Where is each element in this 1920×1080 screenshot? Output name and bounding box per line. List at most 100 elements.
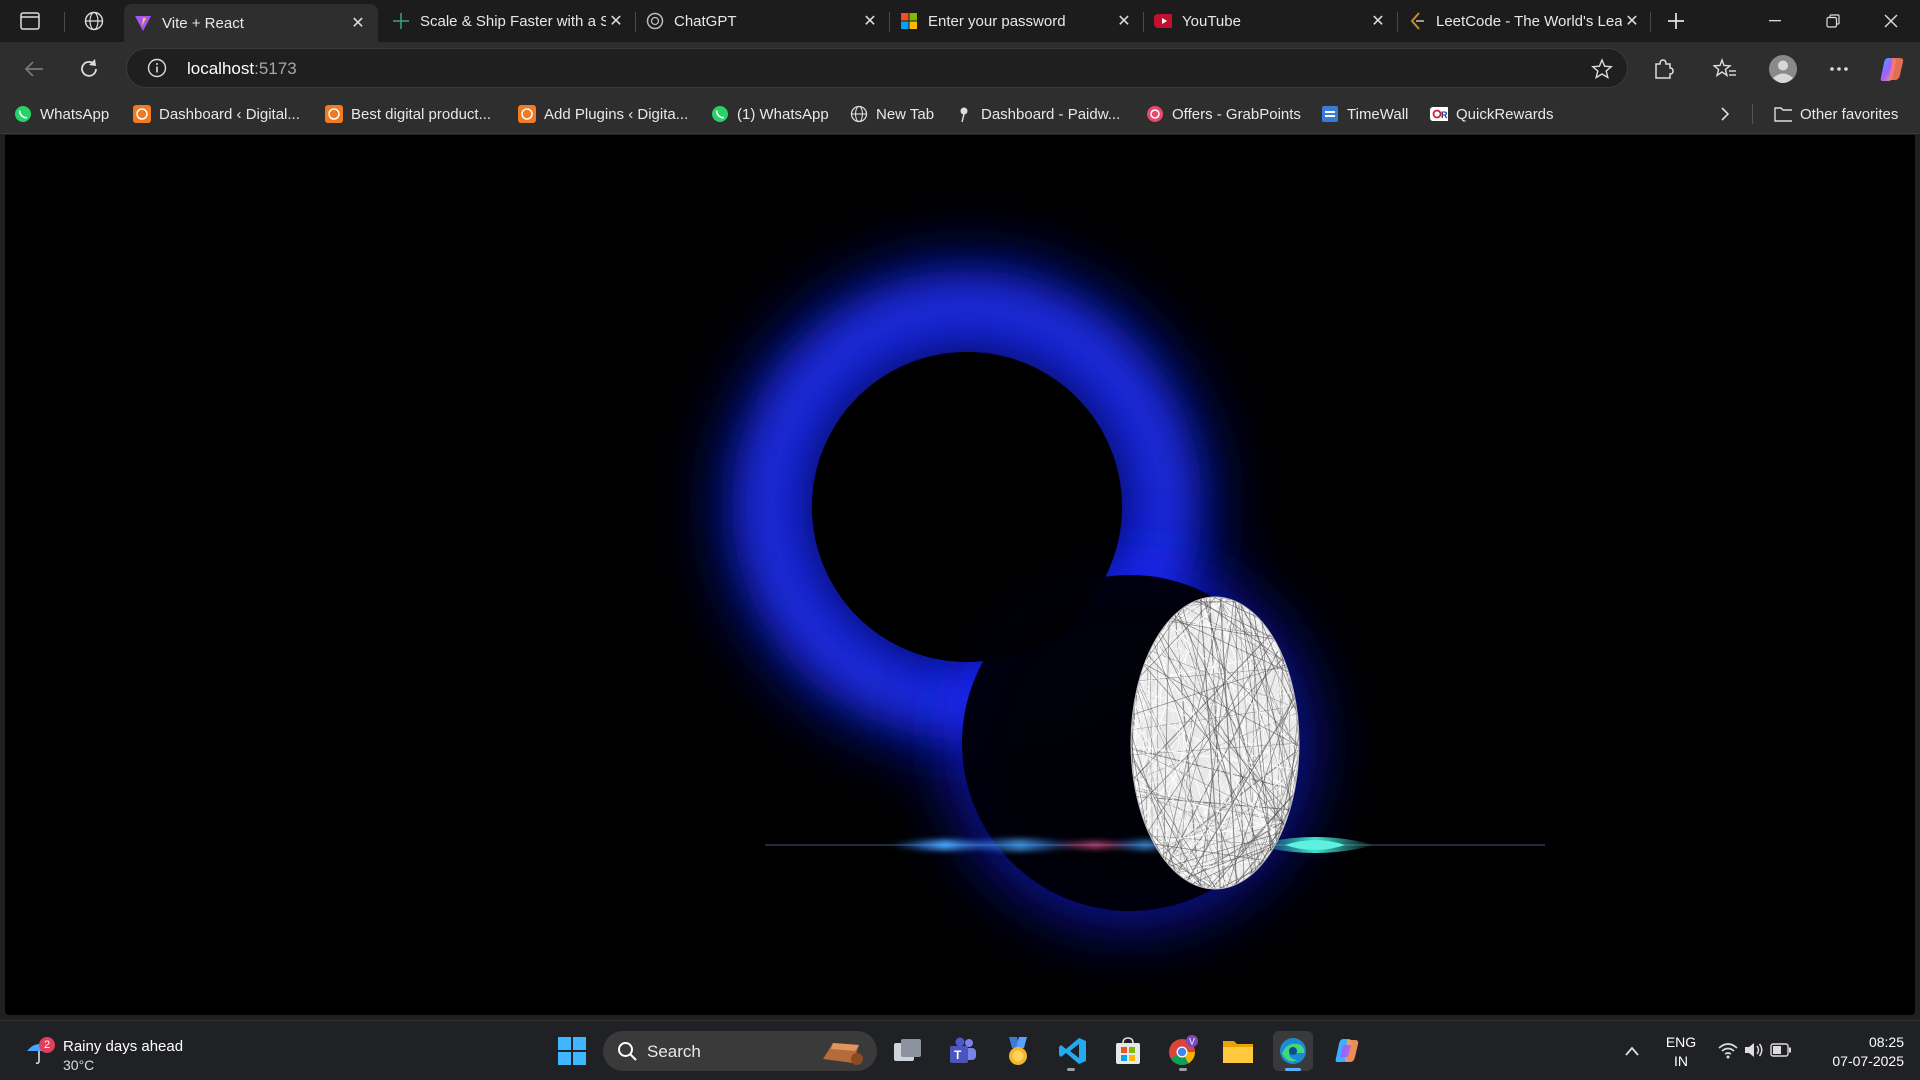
tab-youtube[interactable]: YouTube ✕ bbox=[1144, 4, 1398, 38]
system-clock[interactable]: 08:25 07-07-2025 bbox=[1808, 1033, 1904, 1071]
start-button[interactable] bbox=[552, 1031, 592, 1071]
favorite-label: WhatsApp bbox=[40, 105, 110, 123]
input-language-indicator[interactable]: ENG IN bbox=[1660, 1033, 1702, 1071]
browser-toolbar: localhost:5173 bbox=[0, 42, 1920, 94]
close-tab-icon[interactable]: ✕ bbox=[860, 11, 880, 31]
teams-button[interactable]: T bbox=[943, 1031, 983, 1071]
search-icon bbox=[618, 1042, 637, 1061]
taskbar-search[interactable]: Search bbox=[603, 1031, 877, 1071]
folder-icon bbox=[1774, 105, 1792, 123]
favorites-overflow-button[interactable] bbox=[1720, 102, 1730, 126]
whatsapp-icon bbox=[711, 105, 729, 123]
wordpress-orange-icon bbox=[325, 105, 343, 123]
copilot-taskbar-button[interactable] bbox=[1328, 1031, 1368, 1071]
minimize-icon bbox=[1769, 20, 1781, 22]
close-tab-icon[interactable]: ✕ bbox=[1114, 11, 1134, 31]
tab-title: Scale & Ship Faster with a Serverless Cl… bbox=[420, 12, 606, 30]
wireframe-egg bbox=[1130, 596, 1300, 890]
close-tab-icon[interactable]: ✕ bbox=[1368, 11, 1388, 31]
favorite-dashboard-paidwork[interactable]: Dashboard - Paidw... bbox=[955, 102, 1120, 126]
weather-widget[interactable]: 2 Rainy days ahead 30°C bbox=[20, 1029, 190, 1073]
svg-text:V: V bbox=[1189, 1037, 1195, 1047]
favorite-dashboard-digital[interactable]: Dashboard ‹ Digital... bbox=[133, 102, 300, 126]
favorite-label: Dashboard - Paidw... bbox=[981, 105, 1121, 123]
site-info-icon[interactable] bbox=[147, 58, 167, 78]
copilot-button[interactable] bbox=[1874, 51, 1910, 87]
windows-taskbar: 2 Rainy days ahead 30°C Search T V ENG I… bbox=[0, 1020, 1920, 1080]
task-view-icon bbox=[894, 1039, 921, 1061]
back-button[interactable] bbox=[16, 51, 52, 87]
microsoft-store-icon bbox=[1116, 1037, 1140, 1064]
rewards-button[interactable] bbox=[998, 1031, 1038, 1071]
chrome-icon: V bbox=[1169, 1035, 1198, 1066]
restore-button[interactable] bbox=[1804, 0, 1862, 42]
microsoft-icon bbox=[900, 12, 918, 30]
other-favorites-folder[interactable]: Other favorites bbox=[1774, 102, 1898, 126]
close-tab-icon[interactable]: ✕ bbox=[1622, 11, 1642, 31]
avatar bbox=[1769, 55, 1797, 83]
favorites-button[interactable] bbox=[1707, 51, 1743, 87]
more-dots-icon bbox=[1830, 67, 1848, 71]
pin-icon bbox=[955, 105, 973, 123]
favorite-timewall[interactable]: TimeWall bbox=[1321, 102, 1408, 126]
tab-enter-password[interactable]: Enter your password ✕ bbox=[890, 4, 1144, 38]
favorite-star-icon[interactable] bbox=[1591, 58, 1613, 80]
close-tab-icon[interactable]: ✕ bbox=[348, 13, 368, 33]
youtube-icon bbox=[1154, 12, 1172, 30]
volume-icon bbox=[1745, 1043, 1763, 1057]
favorite-whatsapp[interactable]: WhatsApp bbox=[14, 102, 109, 126]
globe-icon bbox=[850, 105, 868, 123]
tab-actions-icon bbox=[20, 12, 40, 30]
close-icon bbox=[1884, 14, 1898, 28]
svg-text:T: T bbox=[954, 1048, 962, 1062]
close-tab-icon[interactable]: ✕ bbox=[606, 11, 626, 31]
task-view-button[interactable] bbox=[888, 1031, 928, 1071]
tab-strip: Vite + React ✕ Scale & Ship Faster with … bbox=[0, 0, 1920, 42]
weather-badge: 2 bbox=[39, 1037, 55, 1053]
close-window-button[interactable] bbox=[1862, 0, 1920, 42]
address-url[interactable]: localhost:5173 bbox=[187, 59, 297, 79]
wordpress-orange-icon bbox=[518, 105, 536, 123]
animated-orb-scene bbox=[732, 270, 1545, 918]
favorite-grabpoints[interactable]: Offers - GrabPoints bbox=[1146, 102, 1301, 126]
medal-icon bbox=[1009, 1037, 1027, 1065]
tab-title: LeetCode - The World's Leading Online Pr… bbox=[1436, 12, 1622, 30]
page-canvas[interactable] bbox=[5, 135, 1915, 1015]
tab-leetcode[interactable]: LeetCode - The World's Leading Online Pr… bbox=[1398, 4, 1652, 38]
tab-vite-react[interactable]: Vite + React ✕ bbox=[124, 4, 378, 42]
favorites-bar: WhatsApp Dashboard ‹ Digital... Best dig… bbox=[0, 94, 1920, 134]
vscode-button[interactable] bbox=[1053, 1031, 1093, 1071]
tab-chatgpt[interactable]: ChatGPT ✕ bbox=[636, 4, 890, 38]
tab-serverless[interactable]: Scale & Ship Faster with a Serverless Cl… bbox=[382, 4, 636, 38]
chrome-button[interactable]: V bbox=[1163, 1031, 1203, 1071]
file-explorer-button[interactable] bbox=[1218, 1031, 1258, 1071]
new-tab-button[interactable] bbox=[1659, 4, 1693, 38]
favorite-new-tab[interactable]: New Tab bbox=[850, 102, 934, 126]
grabpoints-icon bbox=[1146, 105, 1164, 123]
windows-logo-icon bbox=[558, 1037, 586, 1065]
globe-icon bbox=[84, 11, 104, 31]
favorite-best-digital-product[interactable]: Best digital product... bbox=[325, 102, 491, 126]
restore-icon bbox=[1826, 14, 1840, 28]
minimize-button[interactable] bbox=[1746, 0, 1804, 42]
address-bar[interactable]: localhost:5173 bbox=[126, 48, 1628, 88]
favorite-add-plugins[interactable]: Add Plugins ‹ Digita... bbox=[518, 102, 688, 126]
favorite-label: TimeWall bbox=[1347, 105, 1409, 123]
show-hidden-icons-button[interactable] bbox=[1612, 1031, 1652, 1071]
tab-actions-button[interactable] bbox=[13, 4, 47, 38]
store-button[interactable] bbox=[1108, 1031, 1148, 1071]
refresh-button[interactable] bbox=[71, 51, 107, 87]
edge-icon bbox=[1280, 1038, 1306, 1064]
quick-settings-button[interactable] bbox=[1716, 1039, 1792, 1063]
settings-menu-button[interactable] bbox=[1821, 51, 1857, 87]
tab-title: Vite + React bbox=[162, 14, 244, 32]
extensions-button[interactable] bbox=[1645, 51, 1681, 87]
favorite-quickrewards[interactable]: R QuickRewards bbox=[1430, 102, 1554, 126]
profile-button[interactable] bbox=[1765, 51, 1801, 87]
workspaces-button[interactable] bbox=[77, 4, 111, 38]
puzzle-icon bbox=[1655, 59, 1674, 79]
favorite-label: Offers - GrabPoints bbox=[1172, 105, 1301, 123]
edge-button[interactable] bbox=[1273, 1031, 1313, 1071]
favorite-whatsapp-1[interactable]: (1) WhatsApp bbox=[711, 102, 829, 126]
tab-title: Enter your password bbox=[928, 12, 1066, 30]
